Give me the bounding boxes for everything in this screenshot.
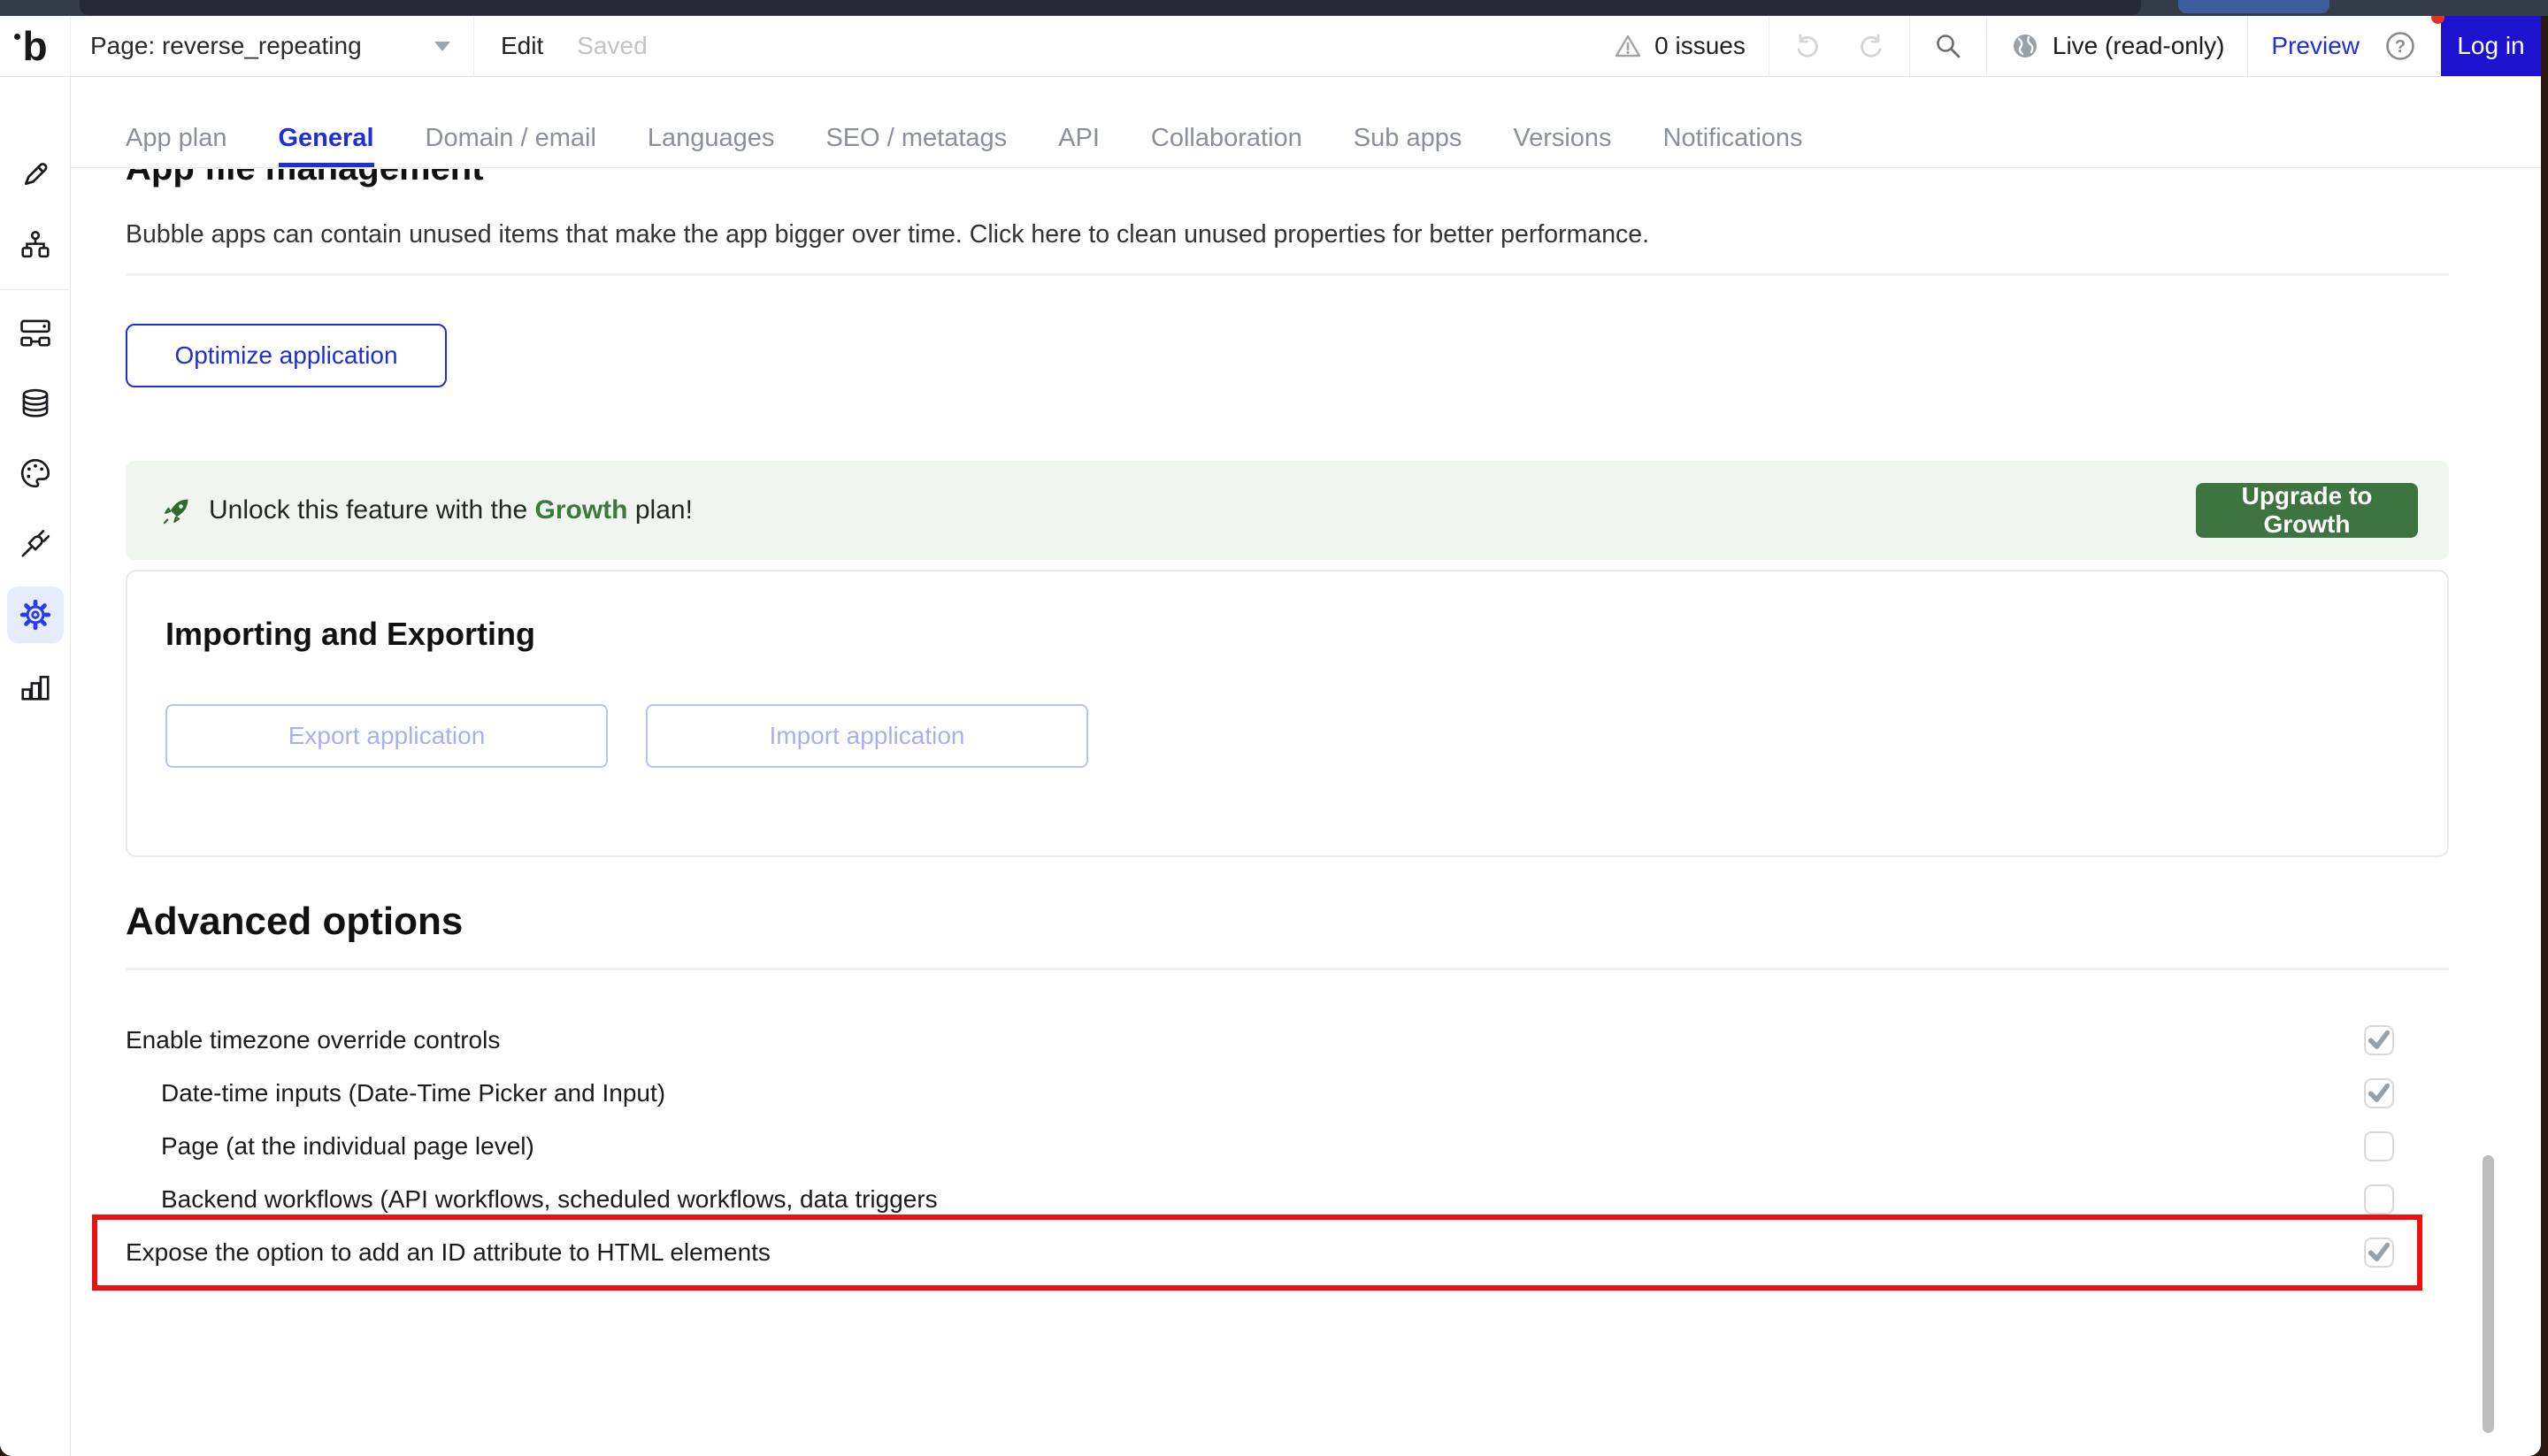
app-file-description: Bubble apps can contain unused items tha… (126, 220, 1649, 249)
search-group (1909, 16, 1986, 76)
settings-tabs: App plan General Domain / email Language… (71, 77, 2541, 168)
tab-general[interactable]: General (279, 124, 374, 167)
edit-saved-group: Edit Saved (474, 16, 648, 76)
upgrade-to-growth-button[interactable]: Upgrade to Growth (2196, 483, 2418, 538)
tab-app-plan[interactable]: App plan (126, 124, 227, 167)
undo-icon[interactable] (1792, 32, 1821, 60)
advanced-option-row-datetime-inputs: Date-time inputs (Date-Time Picker and I… (126, 1067, 2449, 1120)
sidebar-item-design[interactable] (11, 149, 60, 199)
palette-icon (19, 456, 52, 490)
check-icon (2366, 1079, 2392, 1106)
advanced-option-row-backend-workflows: Backend workflows (API workflows, schedu… (126, 1173, 2449, 1226)
sidebar (0, 77, 71, 1456)
section-divider (126, 273, 2449, 276)
issues-count: 0 issues (1654, 32, 1746, 60)
rocket-icon (161, 494, 193, 526)
sidebar-divider (0, 289, 71, 290)
tab-languages[interactable]: Languages (648, 124, 775, 167)
screen: b Page: reverse_repeating Edit Saved 0 i… (0, 0, 2548, 1456)
app-window: b Page: reverse_repeating Edit Saved 0 i… (0, 16, 2541, 1456)
login-button[interactable]: Log in (2441, 16, 2541, 76)
plan-name: Growth (535, 495, 628, 525)
check-icon (2366, 1238, 2392, 1265)
tab-notifications[interactable]: Notifications (1663, 124, 1803, 167)
preview-group: Preview (2247, 16, 2377, 76)
advanced-option-row-timezone: Enable timezone override controls (126, 1014, 2449, 1067)
toolbar: b Page: reverse_repeating Edit Saved 0 i… (0, 16, 2541, 77)
advanced-option-label: Date-time inputs (Date-Time Picker and I… (161, 1079, 665, 1107)
gear-icon (19, 598, 52, 632)
browser-blue-button[interactable] (2178, 0, 2329, 13)
bar-chart-icon (19, 670, 52, 703)
advanced-option-row-page-level: Page (at the individual page level) (126, 1120, 2449, 1173)
sidebar-item-components[interactable] (11, 308, 60, 357)
upgrade-banner-text: Unlock this feature with the Growth plan… (209, 495, 693, 525)
redo-icon[interactable] (1858, 32, 1886, 60)
checkbox-datetime-inputs[interactable] (2364, 1078, 2394, 1108)
tab-api[interactable]: API (1058, 124, 1100, 167)
advanced-option-row-id-attribute: Expose the option to add an ID attribute… (126, 1226, 2449, 1279)
importing-exporting-card: Importing and Exporting Export applicati… (126, 570, 2449, 857)
checkbox-id-attribute[interactable] (2364, 1238, 2394, 1268)
advanced-option-label: Backend workflows (API workflows, schedu… (161, 1185, 938, 1214)
saved-status: Saved (577, 32, 647, 60)
bubble-logo[interactable]: b (0, 16, 71, 76)
pencil-icon (19, 157, 52, 191)
tab-domain-email[interactable]: Domain / email (426, 124, 596, 167)
advanced-option-label: Expose the option to add an ID attribute… (126, 1238, 771, 1267)
export-application-button[interactable]: Export application (165, 704, 608, 768)
upgrade-banner: Unlock this feature with the Growth plan… (126, 461, 2449, 560)
sidebar-item-data[interactable] (11, 379, 60, 428)
main-area: App plan General Domain / email Language… (71, 77, 2541, 1456)
undo-redo-group (1769, 16, 1909, 76)
preview-button[interactable]: Preview (2271, 32, 2360, 60)
bubble-logo-glyph: b (22, 26, 47, 66)
toolbar-spacer (648, 16, 1592, 76)
section-title-app-file-management: App file management (126, 169, 484, 188)
checkbox-backend-workflows[interactable] (2364, 1184, 2394, 1215)
importing-exporting-buttons: Export application Import application (165, 704, 1088, 768)
sidebar-item-logs[interactable] (11, 662, 60, 711)
tab-collaboration[interactable]: Collaboration (1151, 124, 1302, 167)
help-icon[interactable]: ? (2383, 28, 2418, 64)
plug-icon (19, 526, 52, 560)
sidebar-item-workflow[interactable] (11, 221, 60, 271)
advanced-option-label: Page (at the individual page level) (161, 1132, 534, 1161)
sitemap-icon (19, 229, 52, 263)
svg-text:?: ? (2395, 37, 2406, 57)
browser-address-bar (80, 0, 2141, 15)
help-group: ? (2377, 16, 2441, 76)
advanced-option-label: Enable timezone override controls (126, 1026, 500, 1054)
caret-down-icon (434, 42, 450, 51)
scrollbar-thumb[interactable] (2483, 1155, 2494, 1433)
environment-label: Live (read-only) (2053, 32, 2225, 60)
issues-group[interactable]: 0 issues (1591, 16, 1769, 76)
optimize-application-button[interactable]: Optimize application (126, 324, 447, 387)
settings-content: App file management Bubble apps can cont… (71, 169, 2541, 1456)
tab-sub-apps[interactable]: Sub apps (1354, 124, 1462, 167)
search-icon[interactable] (1933, 31, 1963, 61)
components-icon (19, 316, 52, 349)
globe-icon (2010, 31, 2040, 61)
importing-exporting-title: Importing and Exporting (165, 616, 535, 653)
page-selector[interactable]: Page: reverse_repeating (71, 16, 474, 76)
import-application-button[interactable]: Import application (646, 704, 1088, 768)
page-selector-label: Page: reverse_repeating (90, 32, 362, 60)
warning-triangle-icon (1614, 32, 1642, 60)
tab-seo-metatags[interactable]: SEO / metatags (825, 124, 1007, 167)
section-divider (126, 968, 2449, 970)
environment-selector[interactable]: Live (read-only) (1986, 16, 2248, 76)
sidebar-item-settings[interactable] (7, 586, 64, 643)
checkbox-page-level[interactable] (2364, 1131, 2394, 1161)
edit-menu[interactable]: Edit (501, 32, 543, 60)
checkbox-timezone-override[interactable] (2364, 1025, 2394, 1055)
sidebar-item-plugins[interactable] (11, 518, 60, 568)
browser-top-bar (0, 0, 2548, 16)
advanced-options-title: Advanced options (126, 900, 463, 944)
check-icon (2366, 1026, 2392, 1053)
sidebar-item-styles[interactable] (11, 448, 60, 498)
tab-versions[interactable]: Versions (1513, 124, 1611, 167)
database-icon (19, 387, 52, 420)
